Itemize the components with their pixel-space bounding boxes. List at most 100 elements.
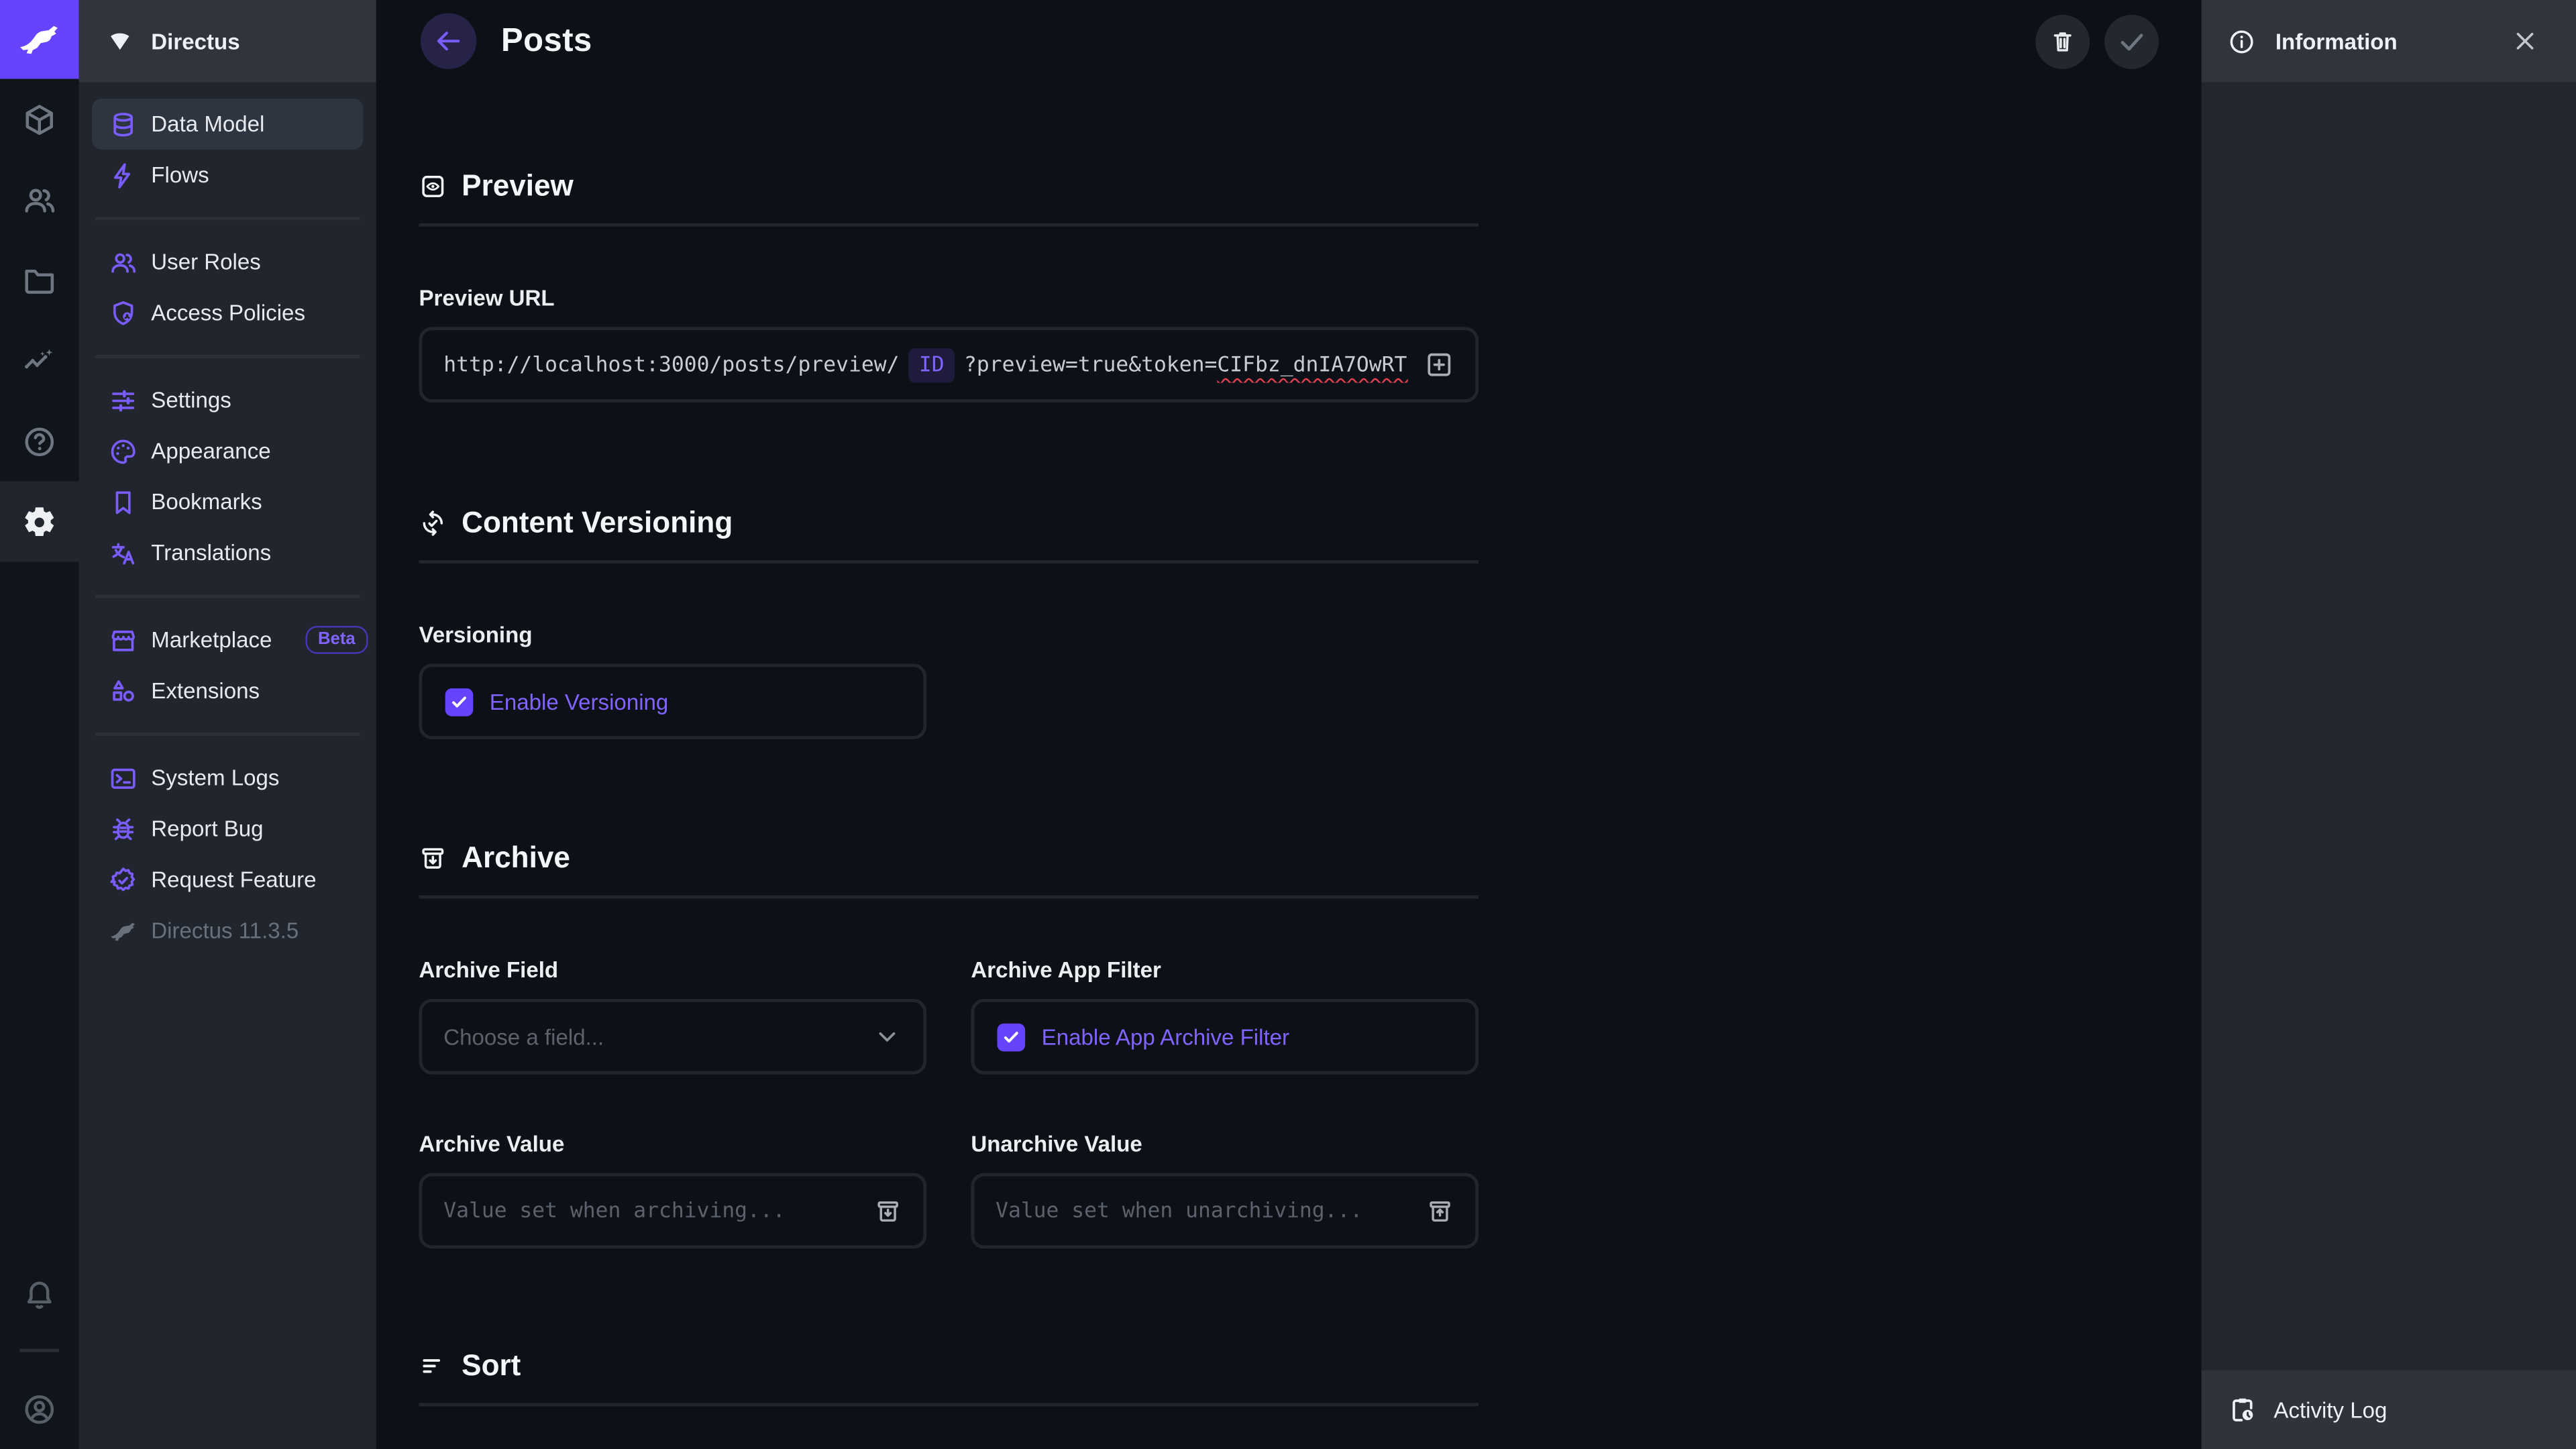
settings-nav-list: Data Model Flows User Roles Access Polic…	[79, 82, 376, 972]
nav-item-report-bug[interactable]: Report Bug	[92, 804, 363, 855]
nav-item-label: Marketplace	[151, 628, 272, 653]
checkbox-label: Enable App Archive Filter	[1042, 1024, 1289, 1049]
people-icon	[109, 248, 138, 277]
insights-icon	[21, 343, 58, 379]
nav-item-request-feature[interactable]: Request Feature	[92, 854, 363, 905]
module-file-library[interactable]	[0, 240, 79, 321]
project-name: Directus	[151, 29, 239, 54]
nav-item-label: Appearance	[151, 439, 270, 464]
nav-item-label: Bookmarks	[151, 490, 262, 515]
checkbox-checked-icon	[998, 1022, 1026, 1051]
section-preview: Preview	[419, 169, 1479, 227]
header-actions	[2035, 14, 2159, 68]
section-archive: Archive	[419, 841, 1479, 899]
close-sidebar-button[interactable]	[2502, 26, 2548, 56]
directus-settings-page: Directus Data Model Flows User Roles Acc…	[0, 0, 2576, 1449]
input-placeholder: Value set when unarchiving...	[996, 1199, 1409, 1224]
nav-item-appearance[interactable]: Appearance	[92, 425, 363, 476]
id-variable-chip[interactable]: ID	[909, 347, 954, 382]
nav-item-label: Settings	[151, 388, 231, 413]
archive-value-label: Archive Value	[419, 1132, 926, 1157]
module-settings[interactable]	[0, 482, 79, 562]
archive-value-input[interactable]: Value set when archiving...	[419, 1173, 926, 1249]
info-sidebar-header[interactable]: Information	[2202, 0, 2576, 82]
chevron-down-icon	[872, 1022, 902, 1051]
shield-user-icon	[109, 298, 138, 327]
preview-url-input[interactable]: http://localhost:3000/posts/preview/ ID …	[419, 327, 1479, 402]
section-sort: Sort	[419, 1349, 1479, 1407]
module-documentation[interactable]	[0, 401, 79, 482]
info-sidebar-title: Information	[2275, 29, 2398, 54]
add-variable-icon[interactable]	[1424, 350, 1454, 380]
info-icon	[2228, 27, 2256, 55]
module-content[interactable]	[0, 79, 79, 160]
nav-item-settings[interactable]: Settings	[92, 374, 363, 425]
project-header[interactable]: Directus	[79, 0, 376, 82]
unarchive-value-input[interactable]: Value set when unarchiving...	[971, 1173, 1479, 1249]
directus-logo[interactable]	[0, 0, 79, 79]
nav-item-bookmarks[interactable]: Bookmarks	[92, 476, 363, 527]
nav-version: Directus 11.3.5	[92, 905, 363, 956]
check-icon	[2116, 25, 2147, 57]
gear-icon	[21, 504, 58, 540]
nav-item-access-policies[interactable]: Access Policies	[92, 288, 363, 339]
activity-log-button[interactable]: Activity Log	[2202, 1370, 2576, 1449]
module-insights[interactable]	[0, 321, 79, 401]
preview-url-value: http://localhost:3000/posts/preview/ ID …	[443, 347, 1408, 382]
module-user-directory[interactable]	[0, 160, 79, 240]
archive-field-select[interactable]: Choose a field...	[419, 999, 926, 1075]
unarchive-value-block: Unarchive Value Value set when unarchivi…	[971, 1075, 1479, 1249]
storefront-icon	[109, 625, 138, 655]
section-title: Sort	[462, 1349, 521, 1383]
nav-item-label: Translations	[151, 541, 271, 566]
settings-navigation: Directus Data Model Flows User Roles Acc…	[79, 0, 376, 1449]
bookmark-icon	[109, 487, 138, 517]
nav-item-data-model[interactable]: Data Model	[92, 99, 363, 150]
enable-versioning-checkbox[interactable]: Enable Versioning	[419, 663, 926, 739]
close-icon	[2512, 28, 2538, 54]
nav-item-extensions[interactable]: Extensions	[92, 665, 363, 716]
page-header: Posts	[376, 0, 2202, 82]
account-button[interactable]	[0, 1368, 79, 1449]
version-label: Directus 11.3.5	[151, 918, 299, 943]
nav-item-user-roles[interactable]: User Roles	[92, 237, 363, 288]
url-prefix: http://localhost:3000/posts/preview/	[443, 352, 899, 377]
clipboard-clock-icon	[2228, 1395, 2257, 1424]
account-icon	[21, 1391, 58, 1427]
nav-item-marketplace[interactable]: Marketplace Beta	[92, 614, 363, 665]
archive-app-filter-label: Archive App Filter	[971, 958, 1479, 983]
info-sidebar-body	[2202, 82, 2576, 1370]
module-list	[0, 79, 79, 562]
page-title: Posts	[501, 22, 592, 60]
nav-item-flows[interactable]: Flows	[92, 150, 363, 201]
input-placeholder: Value set when archiving...	[443, 1199, 857, 1224]
checkbox-label: Enable Versioning	[490, 689, 669, 714]
bug-icon	[109, 814, 138, 843]
beta-badge: Beta	[305, 627, 368, 653]
archive-app-filter-block: Archive App Filter Enable App Archive Fi…	[971, 899, 1479, 1075]
enable-app-archive-filter-checkbox[interactable]: Enable App Archive Filter	[971, 999, 1479, 1075]
nav-item-label: Report Bug	[151, 816, 263, 841]
nav-item-label: System Logs	[151, 765, 279, 790]
save-button[interactable]	[2104, 14, 2159, 68]
delete-collection-button[interactable]	[2035, 14, 2090, 68]
arrow-left-icon	[434, 26, 464, 56]
nav-divider	[95, 355, 360, 358]
notifications-button[interactable]	[0, 1252, 79, 1332]
nav-item-translations[interactable]: Translations	[92, 527, 363, 578]
terminal-icon	[109, 763, 138, 793]
translate-icon	[109, 538, 138, 568]
section-title: Preview	[462, 169, 574, 203]
archive-field-label: Archive Field	[419, 958, 926, 983]
archive-value-block: Archive Value Value set when archiving..…	[419, 1075, 926, 1249]
nav-divider	[95, 733, 360, 736]
nav-item-label: Extensions	[151, 678, 260, 703]
back-button[interactable]	[421, 13, 476, 69]
nav-item-label: Data Model	[151, 112, 264, 137]
unarchive-up-icon	[1426, 1197, 1454, 1225]
nav-item-system-logs[interactable]: System Logs	[92, 753, 363, 804]
nav-item-label: User Roles	[151, 250, 261, 274]
nav-item-label: Request Feature	[151, 867, 316, 892]
preview-icon	[419, 172, 447, 201]
unarchive-value-label: Unarchive Value	[971, 1132, 1479, 1157]
